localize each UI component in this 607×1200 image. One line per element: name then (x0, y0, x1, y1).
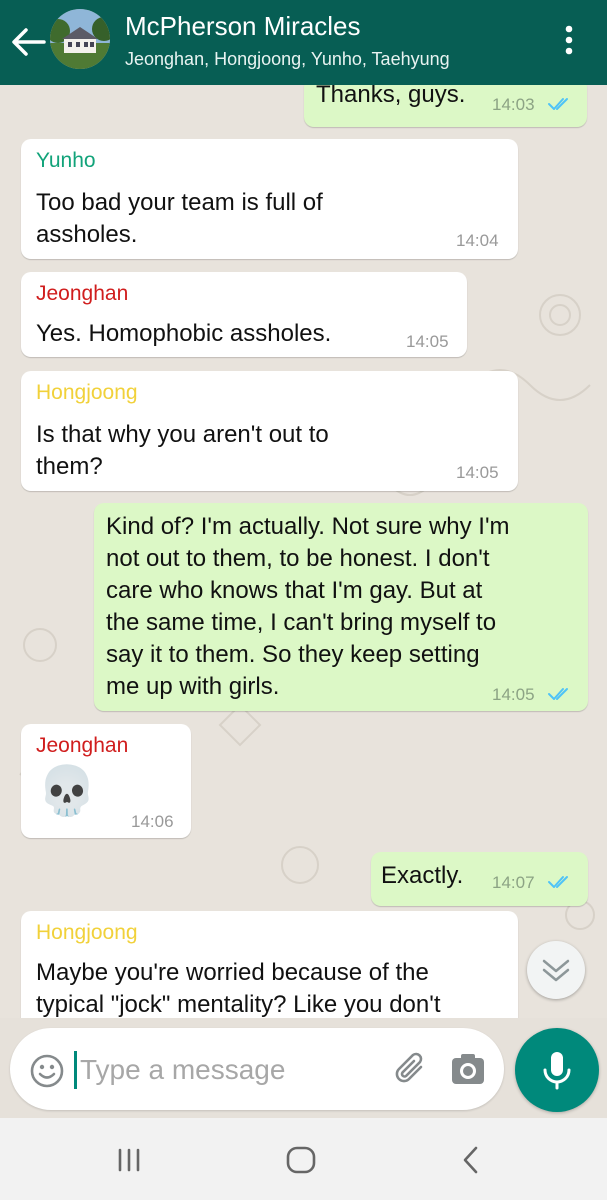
more-vertical-icon[interactable] (556, 20, 582, 60)
message-input[interactable]: Type a message (10, 1028, 504, 1110)
microphone-button[interactable] (515, 1028, 599, 1112)
paperclip-icon[interactable] (393, 1051, 429, 1087)
text-cursor (74, 1051, 77, 1089)
message-time: 14:05 (456, 463, 499, 482)
camera-icon[interactable] (450, 1052, 486, 1086)
message-time: 14:05 (406, 332, 449, 351)
message-incoming[interactable]: Jeonghan Yes. Homophobic assholes. 14:05 (21, 272, 467, 357)
group-members[interactable]: Jeonghan, Hongjoong, Yunho, Taehyung (125, 49, 450, 70)
microphone-icon (543, 1052, 571, 1090)
message-text: Yes. Homophobic assholes. (36, 320, 332, 347)
message-outgoing[interactable]: Thanks, guys. 14:03 (304, 85, 587, 127)
sender-name: Jeonghan (36, 734, 129, 757)
message-incoming[interactable]: Hongjoong Is that why you aren't out to … (21, 371, 518, 491)
message-incoming[interactable]: Yunho Too bad your team is full of assho… (21, 139, 518, 259)
home-icon[interactable] (284, 1144, 318, 1176)
arrow-left-icon[interactable] (10, 26, 46, 58)
message-text: Maybe you're worried because of the typi… (36, 959, 441, 1018)
message-incoming[interactable]: Hongjoong Maybe you're worried because o… (21, 911, 518, 1018)
sender-name: Yunho (36, 149, 96, 172)
system-navigation-bar (0, 1118, 607, 1200)
sender-name: Hongjoong (36, 921, 138, 944)
message-time: 14:07 (492, 873, 535, 892)
skull-emoji: 💀 (37, 765, 97, 818)
group-avatar[interactable] (50, 9, 110, 69)
double-check-icon (548, 688, 568, 700)
message-outgoing[interactable]: Exactly. 14:07 (371, 852, 588, 906)
message-text: Is that why you aren't out to them? (36, 421, 329, 480)
sender-name: Hongjoong (36, 381, 138, 404)
message-text: Kind of? I'm actually. Not sure why I'm … (106, 513, 510, 700)
message-time: 14:04 (456, 231, 499, 250)
scroll-to-bottom-button[interactable] (527, 941, 585, 999)
back-chevron-icon[interactable] (458, 1144, 484, 1176)
sender-name: Jeonghan (36, 282, 129, 305)
message-time: 14:05 (492, 685, 535, 704)
composer-bar: Type a message (0, 1018, 607, 1118)
chat-header: McPherson Miracles Jeonghan, Hongjoong, … (0, 0, 607, 85)
message-text: Exactly. (381, 862, 464, 889)
message-text: Too bad your team is full of assholes. (36, 189, 323, 248)
message-text: Thanks, guys. (316, 85, 466, 108)
smiley-icon[interactable] (30, 1054, 64, 1088)
message-incoming[interactable]: Jeonghan 💀 14:06 (21, 724, 191, 838)
message-time: 14:03 (492, 95, 535, 114)
recent-apps-icon[interactable] (112, 1146, 146, 1174)
message-list[interactable]: Thanks, guys. 14:03 Yunho Too bad your t… (0, 85, 607, 1018)
double-chevron-down-icon (542, 959, 570, 982)
double-check-icon (548, 98, 568, 110)
message-placeholder: Type a message (80, 1054, 286, 1085)
group-title[interactable]: McPherson Miracles (125, 11, 361, 42)
message-time: 14:06 (131, 812, 174, 831)
double-check-icon (548, 876, 568, 888)
message-outgoing[interactable]: Kind of? I'm actually. Not sure why I'm … (94, 503, 588, 711)
